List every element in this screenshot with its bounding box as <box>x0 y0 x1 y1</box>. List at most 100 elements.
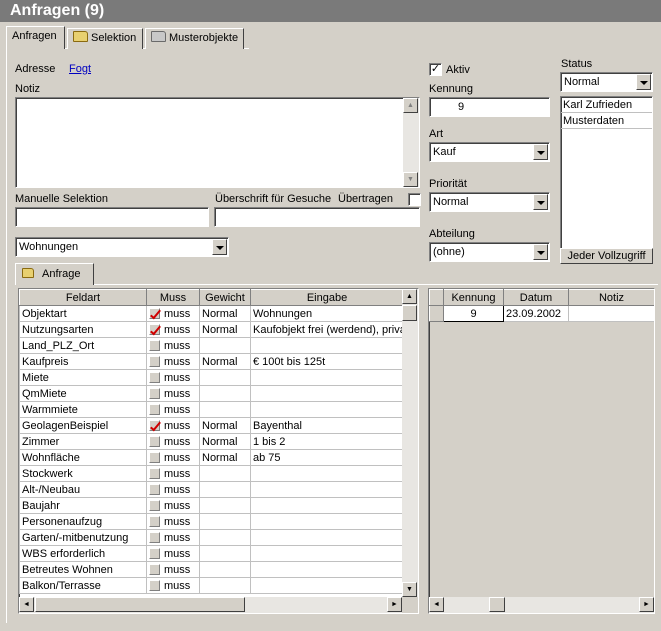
table-row[interactable]: QmMiete muss <box>19 385 404 402</box>
muss-cell[interactable]: muss <box>146 385 200 402</box>
eingabe-cell[interactable] <box>250 481 404 498</box>
eingabe-cell[interactable]: € 100t bis 125t <box>250 353 404 370</box>
feldart-cell[interactable]: Zimmer <box>19 433 147 450</box>
checkbox-icon[interactable] <box>149 339 160 351</box>
muss-cell[interactable]: muss <box>146 369 200 386</box>
table-row[interactable]: Stockwerk muss <box>19 465 404 482</box>
criteria-vscrollbar[interactable]: ▲ ▼ <box>402 289 418 597</box>
tab-musterobjekte[interactable]: Musterobjekte <box>145 28 244 49</box>
col-header-datum[interactable]: Datum <box>503 289 569 306</box>
table-row[interactable]: Personenaufzug muss <box>19 513 404 530</box>
gewicht-cell[interactable]: Normal <box>199 321 251 338</box>
checkbox-icon[interactable] <box>149 499 160 511</box>
notiz-textarea[interactable]: ▲ ▼ <box>15 97 420 188</box>
table-row[interactable]: Objektart muss Normal Wohnungen <box>19 305 404 322</box>
col-header-muss[interactable]: Muss <box>146 289 200 306</box>
muss-cell[interactable]: muss <box>146 497 200 514</box>
muss-cell[interactable]: muss <box>146 513 200 530</box>
gewicht-cell[interactable] <box>199 385 251 402</box>
muss-cell[interactable]: muss <box>146 465 200 482</box>
tab-anfragen[interactable]: Anfragen <box>6 26 65 49</box>
status-select[interactable]: Normal <box>560 72 653 92</box>
gewicht-cell[interactable] <box>199 561 251 578</box>
scroll-right-icon[interactable]: ► <box>639 597 654 612</box>
gewicht-cell[interactable]: Normal <box>199 449 251 466</box>
table-row[interactable]: Baujahr muss <box>19 497 404 514</box>
tab-anfrage[interactable]: Anfrage <box>15 263 94 285</box>
feldart-cell[interactable]: Land_PLZ_Ort <box>19 337 147 354</box>
table-row[interactable]: Betreutes Wohnen muss <box>19 561 404 578</box>
feldart-cell[interactable]: Nutzungsarten <box>19 321 147 338</box>
eingabe-cell[interactable] <box>250 369 404 386</box>
eingabe-cell[interactable] <box>250 545 404 562</box>
checked-checkbox-icon[interactable] <box>149 323 160 335</box>
scroll-left-icon[interactable]: ◄ <box>19 597 34 612</box>
eingabe-cell[interactable] <box>250 529 404 546</box>
eingabe-cell[interactable] <box>250 561 404 578</box>
feldart-cell[interactable]: Betreutes Wohnen <box>19 561 147 578</box>
muss-cell[interactable]: muss <box>146 561 200 578</box>
status-list[interactable]: Karl Zufrieden Musterdaten <box>560 96 653 249</box>
scroll-up-icon[interactable]: ▲ <box>403 98 418 113</box>
table-row[interactable]: Balkon/Terrasse muss <box>19 577 404 594</box>
muss-cell[interactable]: muss <box>146 417 200 434</box>
jeder-vollzugriff-button[interactable]: Jeder Vollzugriff <box>560 248 653 264</box>
feldart-cell[interactable]: Baujahr <box>19 497 147 514</box>
eingabe-cell[interactable]: Wohnungen <box>250 305 404 322</box>
checkbox-icon[interactable] <box>149 483 160 495</box>
eingabe-cell[interactable] <box>250 337 404 354</box>
col-header-eingabe[interactable]: Eingabe <box>250 289 404 306</box>
gewicht-cell[interactable] <box>199 401 251 418</box>
hscroll-thumb[interactable] <box>35 597 245 612</box>
scroll-right-icon[interactable]: ► <box>387 597 402 612</box>
history-hscrollbar[interactable]: ◄ ► <box>429 597 654 613</box>
adresse-link[interactable]: Fogt <box>69 63 91 75</box>
aktiv-checkbox[interactable]: ✓ <box>429 63 442 76</box>
muss-cell[interactable]: muss <box>146 545 200 562</box>
feldart-cell[interactable]: WBS erforderlich <box>19 545 147 562</box>
feldart-cell[interactable]: Personenaufzug <box>19 513 147 530</box>
gewicht-cell[interactable] <box>199 529 251 546</box>
art-select[interactable]: Kauf <box>429 142 550 162</box>
muss-cell[interactable]: muss <box>146 321 200 338</box>
checkbox-icon[interactable] <box>149 515 160 527</box>
checkbox-icon[interactable] <box>149 451 160 463</box>
table-row[interactable]: Warmmiete muss <box>19 401 404 418</box>
eingabe-cell[interactable] <box>250 577 404 594</box>
checkbox-icon[interactable] <box>149 403 160 415</box>
feldart-cell[interactable]: Objektart <box>19 305 147 322</box>
eingabe-cell[interactable] <box>250 513 404 530</box>
muss-cell[interactable]: muss <box>146 449 200 466</box>
ueberschrift-input[interactable] <box>214 207 420 227</box>
chevron-down-icon[interactable] <box>533 144 548 160</box>
scroll-left-icon[interactable]: ◄ <box>429 597 444 612</box>
hscroll-thumb[interactable] <box>489 597 505 612</box>
feldart-cell[interactable]: Alt-/Neubau <box>19 481 147 498</box>
notiz-scrollbar[interactable]: ▲ ▼ <box>403 98 419 187</box>
table-row[interactable]: Alt-/Neubau muss <box>19 481 404 498</box>
muss-cell[interactable]: muss <box>146 577 200 594</box>
muss-cell[interactable]: muss <box>146 337 200 354</box>
checkbox-icon[interactable] <box>149 435 160 447</box>
history-kennung[interactable]: 9 <box>443 305 504 322</box>
table-row[interactable]: Kaufpreis muss Normal € 100t bis 125t <box>19 353 404 370</box>
gewicht-cell[interactable] <box>199 497 251 514</box>
wohnart-select[interactable]: Wohnungen <box>15 237 229 257</box>
eingabe-cell[interactable] <box>250 465 404 482</box>
table-row[interactable]: GeolagenBeispiel muss Normal Bayenthal <box>19 417 404 434</box>
scroll-thumb[interactable] <box>402 305 417 321</box>
feldart-cell[interactable]: QmMiete <box>19 385 147 402</box>
eingabe-cell[interactable] <box>250 385 404 402</box>
kennung-input[interactable]: 9 <box>429 97 550 117</box>
gewicht-cell[interactable] <box>199 465 251 482</box>
gewicht-cell[interactable]: Normal <box>199 353 251 370</box>
history-notiz[interactable] <box>568 305 654 322</box>
table-row[interactable]: 9 23.09.2002 <box>429 305 654 322</box>
tab-selektion[interactable]: Selektion <box>67 28 143 49</box>
abteilung-select[interactable]: (ohne) <box>429 242 550 262</box>
chevron-down-icon[interactable] <box>636 74 651 90</box>
gewicht-cell[interactable] <box>199 369 251 386</box>
checkbox-icon[interactable] <box>149 355 160 367</box>
uebertragen-checkbox[interactable] <box>408 193 421 206</box>
scroll-down-icon[interactable]: ▼ <box>403 172 418 187</box>
